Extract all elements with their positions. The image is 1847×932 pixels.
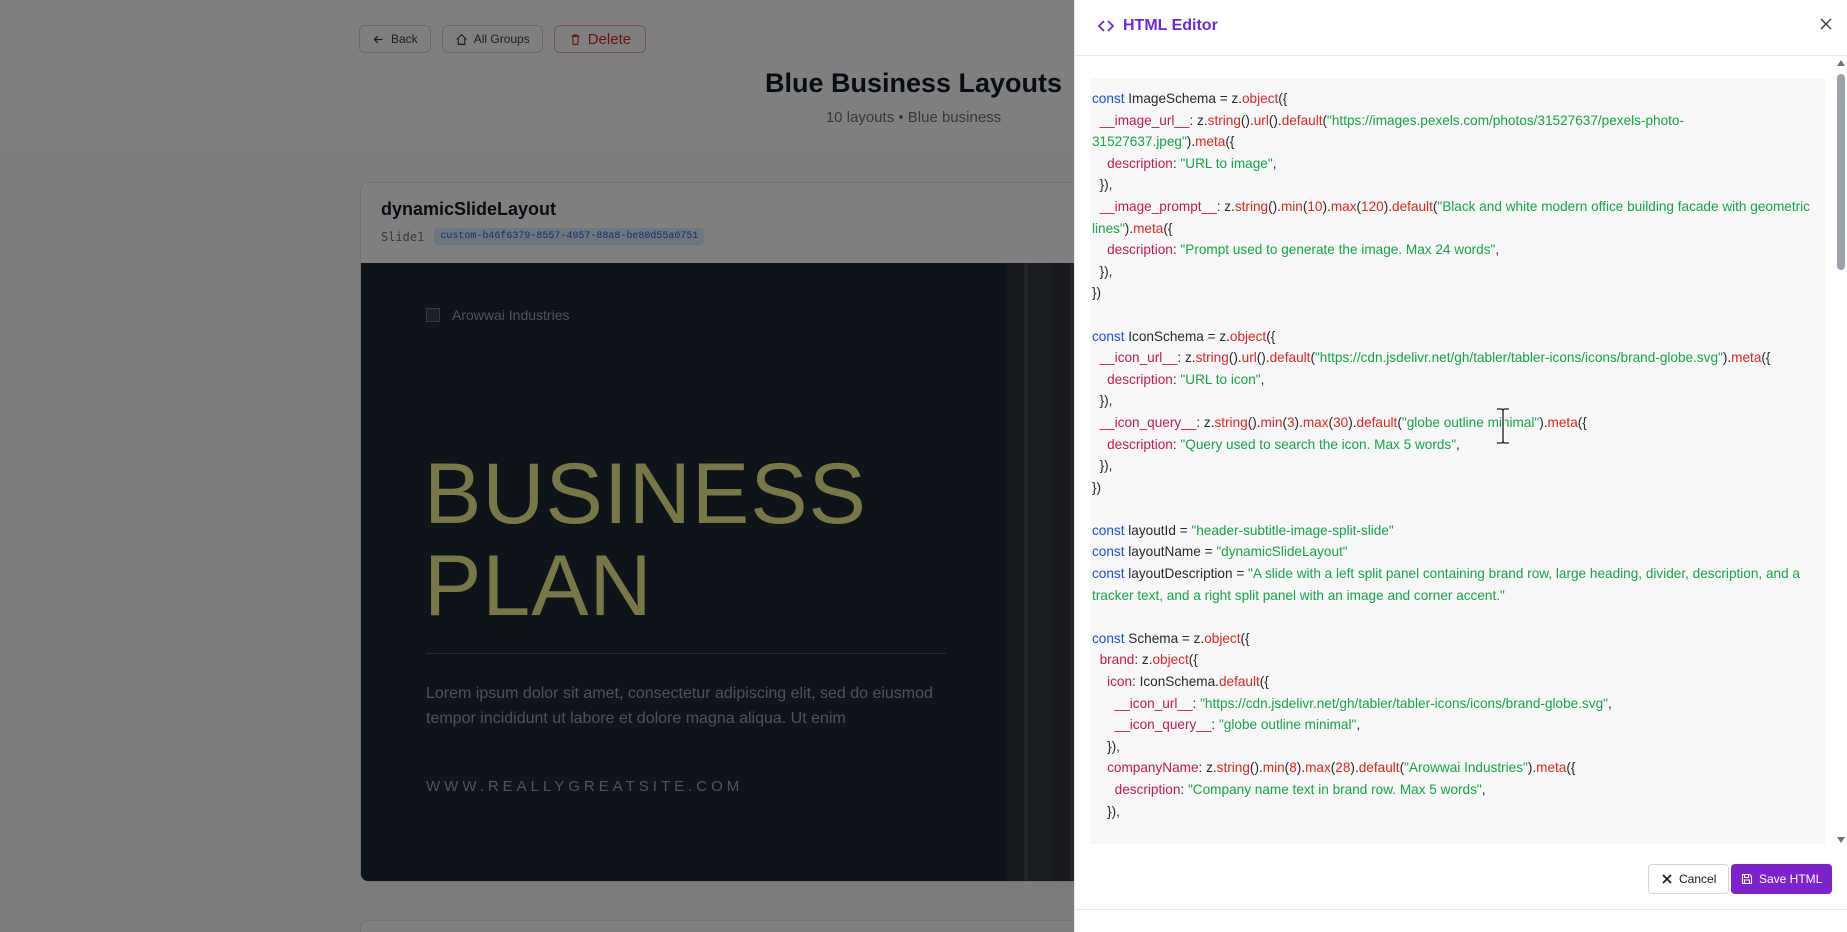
- text-cursor-icon: [1497, 407, 1509, 445]
- editor-header: HTML Editor: [1075, 0, 1847, 56]
- code-icon: [1097, 20, 1115, 32]
- scroll-down-arrow-icon[interactable]: [1837, 837, 1845, 843]
- scrollbar-thumb[interactable]: [1837, 74, 1845, 270]
- editor-title-text: HTML Editor: [1123, 17, 1218, 34]
- code-content[interactable]: const ImageSchema = z.object({ __image_u…: [1092, 88, 1822, 822]
- save-icon: [1741, 873, 1753, 885]
- editor-title: HTML Editor: [1097, 17, 1218, 35]
- editor-footer: Cancel Save HTML: [1075, 856, 1847, 910]
- cancel-button[interactable]: Cancel: [1648, 864, 1730, 894]
- scroll-up-arrow-icon[interactable]: [1837, 60, 1845, 66]
- code-editor[interactable]: const ImageSchema = z.object({ __image_u…: [1090, 78, 1825, 844]
- close-icon: [1662, 874, 1672, 884]
- close-button[interactable]: [1816, 14, 1836, 34]
- close-icon: [1820, 18, 1832, 30]
- save-html-button[interactable]: Save HTML: [1731, 864, 1833, 894]
- editor-scrollbar[interactable]: [1835, 60, 1846, 850]
- save-label: Save HTML: [1759, 872, 1823, 886]
- html-editor-panel: HTML Editor const ImageSchema = z.object…: [1074, 0, 1847, 932]
- cancel-label: Cancel: [1679, 872, 1717, 886]
